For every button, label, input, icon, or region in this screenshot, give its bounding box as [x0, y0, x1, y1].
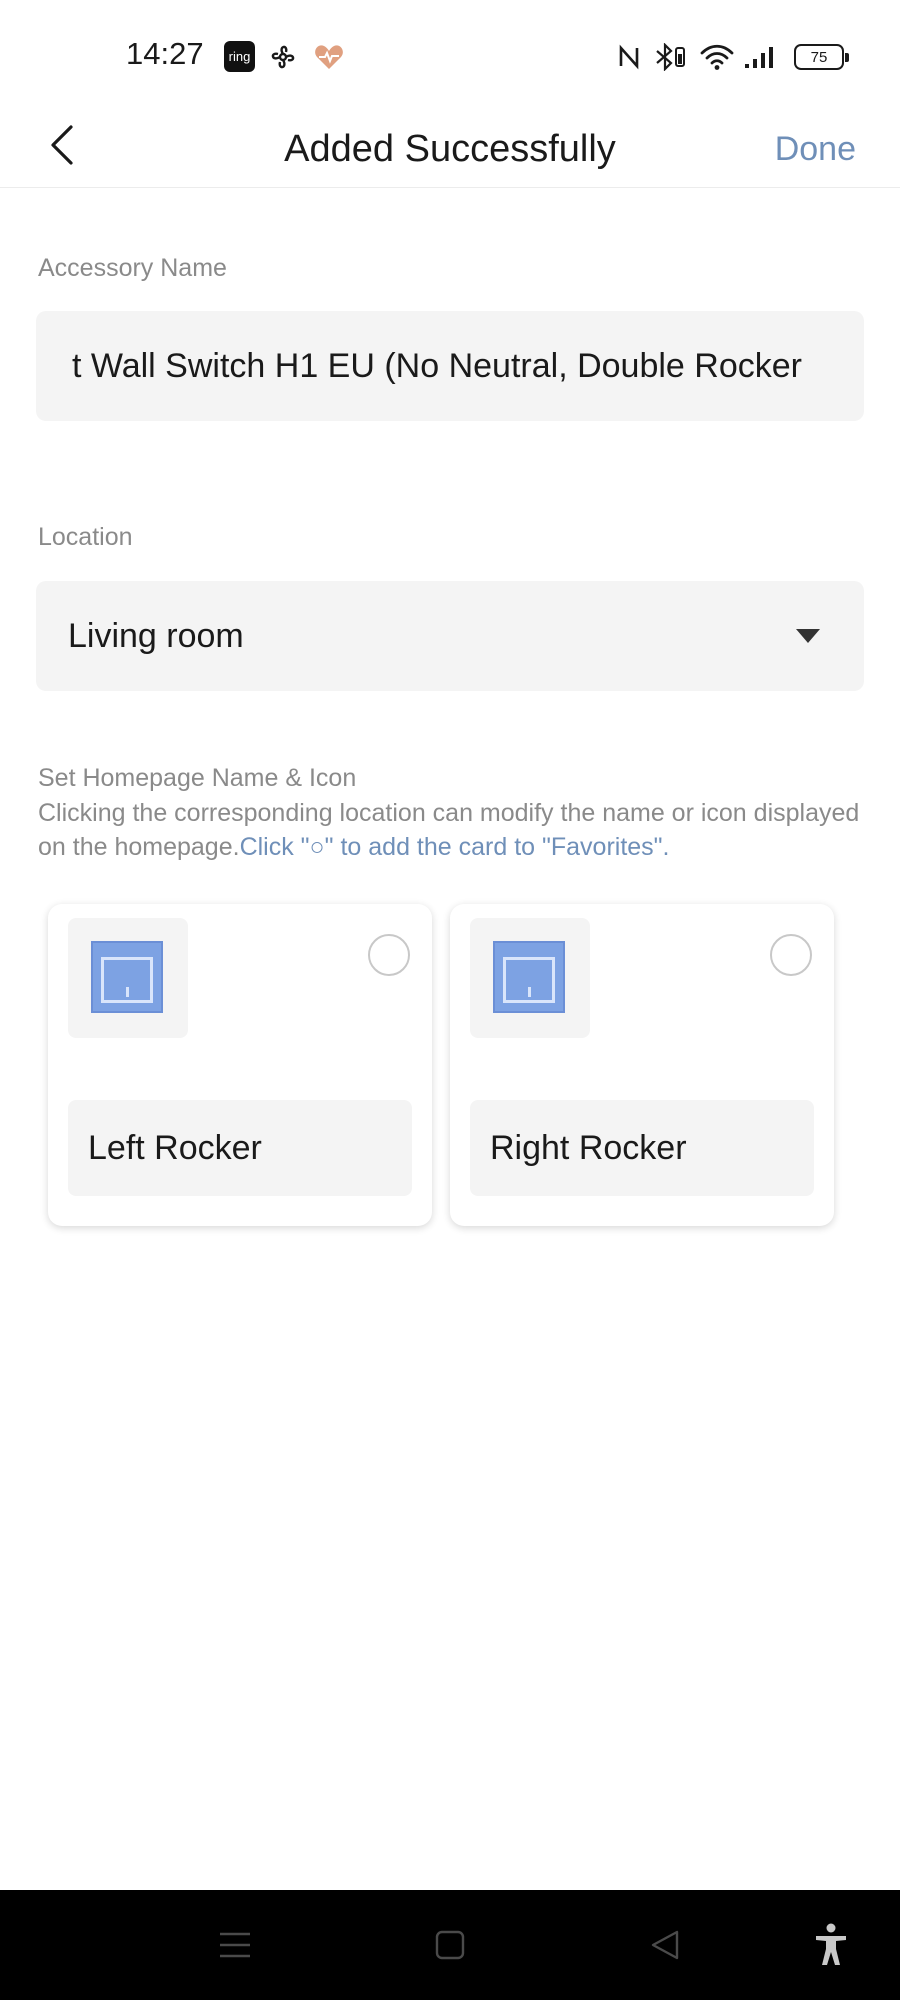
nfc-icon [614, 40, 644, 74]
card-name: Right Rocker [490, 1129, 687, 1167]
rocker-card-left: Left Rocker [48, 904, 432, 1226]
card-icon-button[interactable] [68, 918, 188, 1038]
accessory-name-value[interactable]: t Wall Switch H1 EU (No Neutral, Double … [72, 311, 828, 421]
battery-level: 75 [810, 48, 828, 66]
accessory-name-field[interactable]: t Wall Switch H1 EU (No Neutral, Double … [36, 311, 864, 421]
wall-switch-icon [493, 941, 565, 1013]
done-button[interactable]: Done [775, 110, 856, 188]
homepage-section-title: Set Homepage Name & Icon [38, 764, 357, 792]
rocker-card-right: Right Rocker [450, 904, 834, 1226]
location-select[interactable]: Living room [36, 581, 864, 691]
card-icon-button[interactable] [470, 918, 590, 1038]
favorite-radio-button[interactable] [368, 934, 410, 976]
card-name-field[interactable]: Right Rocker [470, 1100, 814, 1196]
heart-rate-icon [312, 40, 346, 74]
caret-down-icon [796, 629, 820, 643]
card-name: Left Rocker [88, 1129, 262, 1167]
home-square-icon [435, 1930, 465, 1960]
app-header: Added Successfully Done [0, 110, 900, 188]
wifi-icon [698, 40, 736, 74]
signal-icon [742, 40, 776, 74]
status-bar: 14:27 ring 75 [0, 0, 900, 110]
accessory-name-label: Accessory Name [38, 254, 227, 282]
recent-apps-button[interactable] [200, 1890, 270, 2000]
location-label: Location [38, 523, 133, 551]
favorite-radio-button[interactable] [770, 934, 812, 976]
fan-icon [266, 40, 300, 74]
homepage-description: Clicking the corresponding location can … [38, 796, 868, 864]
favorites-hint: Click "○" to add the card to "Favorites"… [239, 833, 670, 861]
battery-icon: 75 [794, 44, 849, 70]
status-time: 14:27 [126, 36, 204, 71]
home-button[interactable] [415, 1890, 485, 2000]
system-back-button[interactable] [630, 1890, 700, 2000]
location-value: Living room [68, 617, 244, 655]
accessibility-icon [816, 1923, 846, 1965]
accessibility-button[interactable] [796, 1890, 866, 2000]
back-triangle-icon [651, 1930, 679, 1960]
ring-icon-label: ring [228, 49, 251, 64]
system-nav-bar [0, 1890, 900, 2000]
accessory-name-text: t Wall Switch H1 EU (No Neutral, Double … [72, 347, 802, 385]
wall-switch-icon [91, 941, 163, 1013]
menu-icon [220, 1932, 250, 1958]
page-title: Added Successfully [284, 128, 616, 170]
card-name-field[interactable]: Left Rocker [68, 1100, 412, 1196]
ring-icon: ring [224, 41, 255, 72]
bluetooth-icon [652, 40, 688, 74]
